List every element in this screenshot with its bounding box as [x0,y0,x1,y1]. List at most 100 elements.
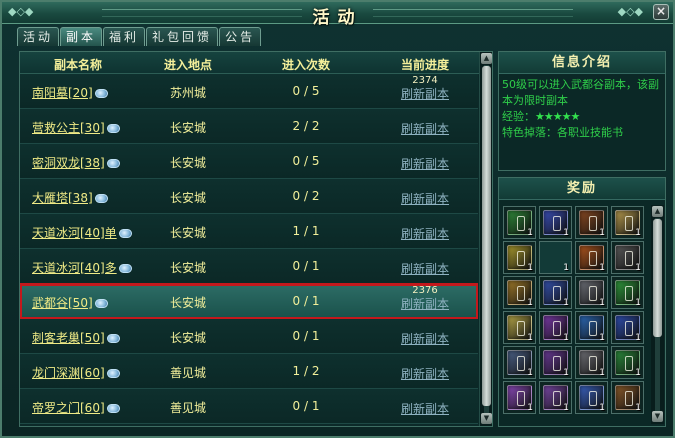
reward-slot[interactable]: 1 [503,381,536,414]
refresh-dungeon-link[interactable]: 刷新副本 [390,121,460,137]
table-body: 南阳墓[20] 苏州城 0 / 5 2374 刷新副本 营救公主[30] 长安城… [20,74,478,426]
scroll-down-icon[interactable]: ▼ [652,411,663,422]
reward-slot[interactable]: 1 [503,276,536,309]
chat-bubble-icon[interactable] [106,124,120,133]
reward-slot[interactable]: 1 [503,241,536,274]
entry-location: 长安城 [169,261,206,275]
reward-slot[interactable]: 1 [611,311,644,344]
reward-scrollbar[interactable]: ▲ ▼ [651,205,664,424]
reward-slot[interactable]: 1 [611,241,644,274]
chat-bubble-icon[interactable] [106,334,120,343]
refresh-dungeon-link[interactable]: 刷新副本 [390,86,460,102]
activity-window: ◆◇◆ 活动 ◆◇◆ × 活动 副本 福利 礼包回馈 公告 副本名称 进入地点 … [0,0,675,438]
table-row[interactable]: 刺客老巢[50] 长安城 0 / 1 刷新副本 [20,319,478,354]
header-location: 进入地点 [163,58,212,72]
reward-title: 奖励 [499,178,665,200]
table-row[interactable]: 营救公主[30] 长安城 2 / 2 刷新副本 [20,109,478,144]
chat-bubble-icon[interactable] [118,229,132,238]
dungeon-name-link[interactable]: 营救公主[30] [32,119,120,136]
scroll-up-icon[interactable]: ▲ [481,53,492,64]
reward-slot[interactable]: 1 [611,346,644,379]
dungeon-name-link[interactable]: 刺客老巢[50] [32,329,120,346]
tab-activity[interactable]: 活动 [17,27,60,46]
table-row[interactable]: 帝罗之门[60] 善见城 0 / 1 刷新副本 [20,389,478,424]
table-row-selected[interactable]: 武都谷[50] 长安城 0 / 1 2376 刷新副本 [20,283,478,320]
table-row[interactable]: 龙门深渊[60] 善见城 1 / 2 刷新副本 [20,354,478,389]
reward-slot[interactable]: 1 [575,311,608,344]
refresh-dungeon-link[interactable]: 刷新副本 [390,261,460,277]
item-quantity: 1 [527,368,533,378]
progress-cell: 刷新副本 [390,110,460,143]
refresh-dungeon-link[interactable]: 刷新副本 [390,191,460,207]
chat-bubble-icon[interactable] [106,159,120,168]
dungeon-name-link[interactable]: 天道冰河[40]单 [32,224,132,241]
reward-slot[interactable]: 1 [575,381,608,414]
dungeon-name-link[interactable]: 帝罗之门[60] [32,399,120,416]
scroll-down-icon[interactable]: ▼ [481,413,492,424]
entry-location: 苏州城 [169,86,206,100]
item-quantity: 1 [599,368,605,378]
tab-gift-pack[interactable]: 礼包回馈 [146,27,219,46]
progress-cell: 刷新副本 [390,145,460,178]
reward-slot[interactable]: 1 [611,206,644,239]
table-row[interactable]: 天道冰河[40]单 长安城 1 / 1 刷新副本 [20,214,478,249]
table-row[interactable]: 天道冰河[40]多 长安城 0 / 1 刷新副本 [20,249,478,284]
dungeon-name-link[interactable]: 天道冰河[40]多 [32,259,132,276]
dungeon-name-link[interactable]: 南阳墓[20] [32,84,108,101]
chat-bubble-icon[interactable] [94,194,108,203]
dungeon-name-link[interactable]: 龙门深渊[60] [32,364,120,381]
chat-bubble-icon[interactable] [94,299,108,308]
reward-slot[interactable]: 1 [539,206,572,239]
entry-count: 0 / 1 [292,259,320,273]
refresh-dungeon-link[interactable]: 刷新副本 [390,156,460,172]
tab-announcement[interactable]: 公告 [219,27,262,46]
refresh-dungeon-link[interactable]: 刷新副本 [390,296,460,312]
table-row[interactable]: 密洞双龙[38] 长安城 0 / 5 刷新副本 [20,144,478,179]
info-drop-line: 特色掉落：各职业技能书 [502,126,623,139]
tab-dungeon[interactable]: 副本 [60,27,103,46]
chat-bubble-icon[interactable] [94,89,108,98]
table-row[interactable]: 大雁塔[38] 长安城 0 / 2 刷新副本 [20,179,478,214]
reward-slot[interactable]: 1 [503,311,536,344]
refresh-dungeon-link[interactable]: 刷新副本 [390,226,460,242]
reward-slot[interactable]: 1 [539,311,572,344]
reward-slot[interactable]: 1 [539,346,572,379]
reward-slot[interactable]: 1 [539,276,572,309]
chat-bubble-icon[interactable] [106,369,120,378]
ornament-icon: ◆◇◆ [617,5,643,18]
tab-welfare[interactable]: 福利 [103,27,146,46]
reward-slot[interactable]: 1 [539,241,572,274]
table-scrollbar[interactable]: ▲ ▼ [479,52,492,426]
reward-slot[interactable]: 1 [575,206,608,239]
reward-slot[interactable]: 1 [503,346,536,379]
entry-location: 长安城 [169,296,206,310]
dungeon-name-link[interactable]: 密洞双龙[38] [32,154,120,171]
refresh-dungeon-link[interactable]: 刷新副本 [390,401,460,417]
reward-slot[interactable]: 1 [611,276,644,309]
table-row[interactable]: 南阳墓[20] 苏州城 0 / 5 2374 刷新副本 [20,74,478,109]
dungeon-name-link[interactable]: 武都谷[50] [32,294,108,311]
chat-bubble-icon[interactable] [106,404,120,413]
close-icon[interactable]: × [653,4,669,20]
entry-location: 长安城 [169,331,206,345]
title-bar[interactable]: ◆◇◆ 活动 ◆◇◆ × [2,2,673,28]
scroll-up-icon[interactable]: ▲ [652,206,663,217]
reward-slot[interactable]: 1 [503,206,536,239]
entry-location: 长安城 [169,121,206,135]
item-quantity: 1 [635,403,641,413]
reward-slot[interactable]: 1 [575,241,608,274]
refresh-dungeon-link[interactable]: 刷新副本 [390,366,460,382]
reward-slot[interactable]: 1 [539,381,572,414]
item-quantity: 1 [635,228,641,238]
item-quantity: 1 [635,263,641,273]
reward-slot[interactable]: 1 [575,276,608,309]
header-progress: 当前进度 [400,58,449,72]
dungeon-name-link[interactable]: 大雁塔[38] [32,189,108,206]
reward-slot[interactable]: 1 [575,346,608,379]
scroll-thumb[interactable] [482,66,491,406]
progress-cell: 刷新副本 [390,215,460,248]
refresh-dungeon-link[interactable]: 刷新副本 [390,331,460,347]
reward-slot[interactable]: 1 [611,381,644,414]
chat-bubble-icon[interactable] [118,264,132,273]
scroll-thumb[interactable] [653,219,662,337]
